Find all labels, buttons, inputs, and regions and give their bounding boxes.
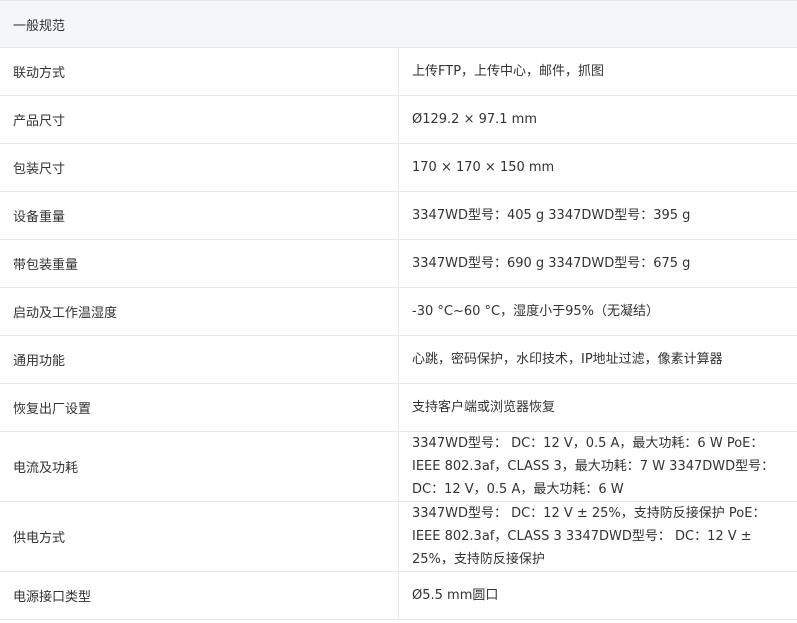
row-value-factory-reset: 支持客户端或浏览器恢复 [398, 383, 797, 432]
section-header-row: 一般规范 [0, 0, 797, 48]
section-title: 一般规范 [0, 0, 797, 48]
row-value-power-interface: Ø5.5 mm圆口 [398, 571, 797, 620]
row-value-device-weight: 3347WD型号：405 g 3347DWD型号：395 g [398, 191, 797, 240]
row-label-package-weight: 带包装重量 [0, 239, 399, 288]
row-label-general-functions: 通用功能 [0, 335, 399, 384]
table-row: 供电方式 3347WD型号： DC：12 V ± 25%，支持防反接保护 PoE… [0, 501, 797, 572]
table-row: 带包装重量 3347WD型号：690 g 3347DWD型号：675 g [0, 239, 797, 288]
row-label-package-size: 包装尺寸 [0, 143, 399, 192]
row-label-linkage: 联动方式 [0, 47, 399, 96]
row-label-temperature-humidity: 启动及工作温湿度 [0, 287, 399, 336]
row-label-device-weight: 设备重量 [0, 191, 399, 240]
spec-table: 一般规范 联动方式 上传FTP，上传中心，邮件，抓图 产品尺寸 Ø129.2 ×… [0, 0, 797, 620]
row-value-power-supply: 3347WD型号： DC：12 V ± 25%，支持防反接保护 PoE：IEEE… [398, 501, 797, 572]
table-row: 产品尺寸 Ø129.2 × 97.1 mm [0, 95, 797, 144]
table-row: 设备重量 3347WD型号：405 g 3347DWD型号：395 g [0, 191, 797, 240]
row-label-factory-reset: 恢复出厂设置 [0, 383, 399, 432]
table-row: 联动方式 上传FTP，上传中心，邮件，抓图 [0, 47, 797, 96]
row-value-current-power: 3347WD型号： DC：12 V，0.5 A，最大功耗：6 W PoE：IEE… [398, 431, 797, 502]
row-label-product-size: 产品尺寸 [0, 95, 399, 144]
row-label-power-supply: 供电方式 [0, 501, 399, 572]
table-row: 启动及工作温湿度 -30 °C~60 °C，湿度小于95%（无凝结） [0, 287, 797, 336]
table-row: 电源接口类型 Ø5.5 mm圆口 [0, 571, 797, 620]
row-label-current-power: 电流及功耗 [0, 431, 399, 502]
row-value-general-functions: 心跳，密码保护，水印技术，IP地址过滤，像素计算器 [398, 335, 797, 384]
row-value-temperature-humidity: -30 °C~60 °C，湿度小于95%（无凝结） [398, 287, 797, 336]
table-row: 包装尺寸 170 × 170 × 150 mm [0, 143, 797, 192]
table-row: 电流及功耗 3347WD型号： DC：12 V，0.5 A，最大功耗：6 W P… [0, 431, 797, 502]
row-value-package-size: 170 × 170 × 150 mm [398, 143, 797, 192]
row-value-package-weight: 3347WD型号：690 g 3347DWD型号：675 g [398, 239, 797, 288]
row-value-product-size: Ø129.2 × 97.1 mm [398, 95, 797, 144]
table-row: 恢复出厂设置 支持客户端或浏览器恢复 [0, 383, 797, 432]
table-row: 通用功能 心跳，密码保护，水印技术，IP地址过滤，像素计算器 [0, 335, 797, 384]
row-value-linkage: 上传FTP，上传中心，邮件，抓图 [398, 47, 797, 96]
row-label-power-interface: 电源接口类型 [0, 571, 399, 620]
